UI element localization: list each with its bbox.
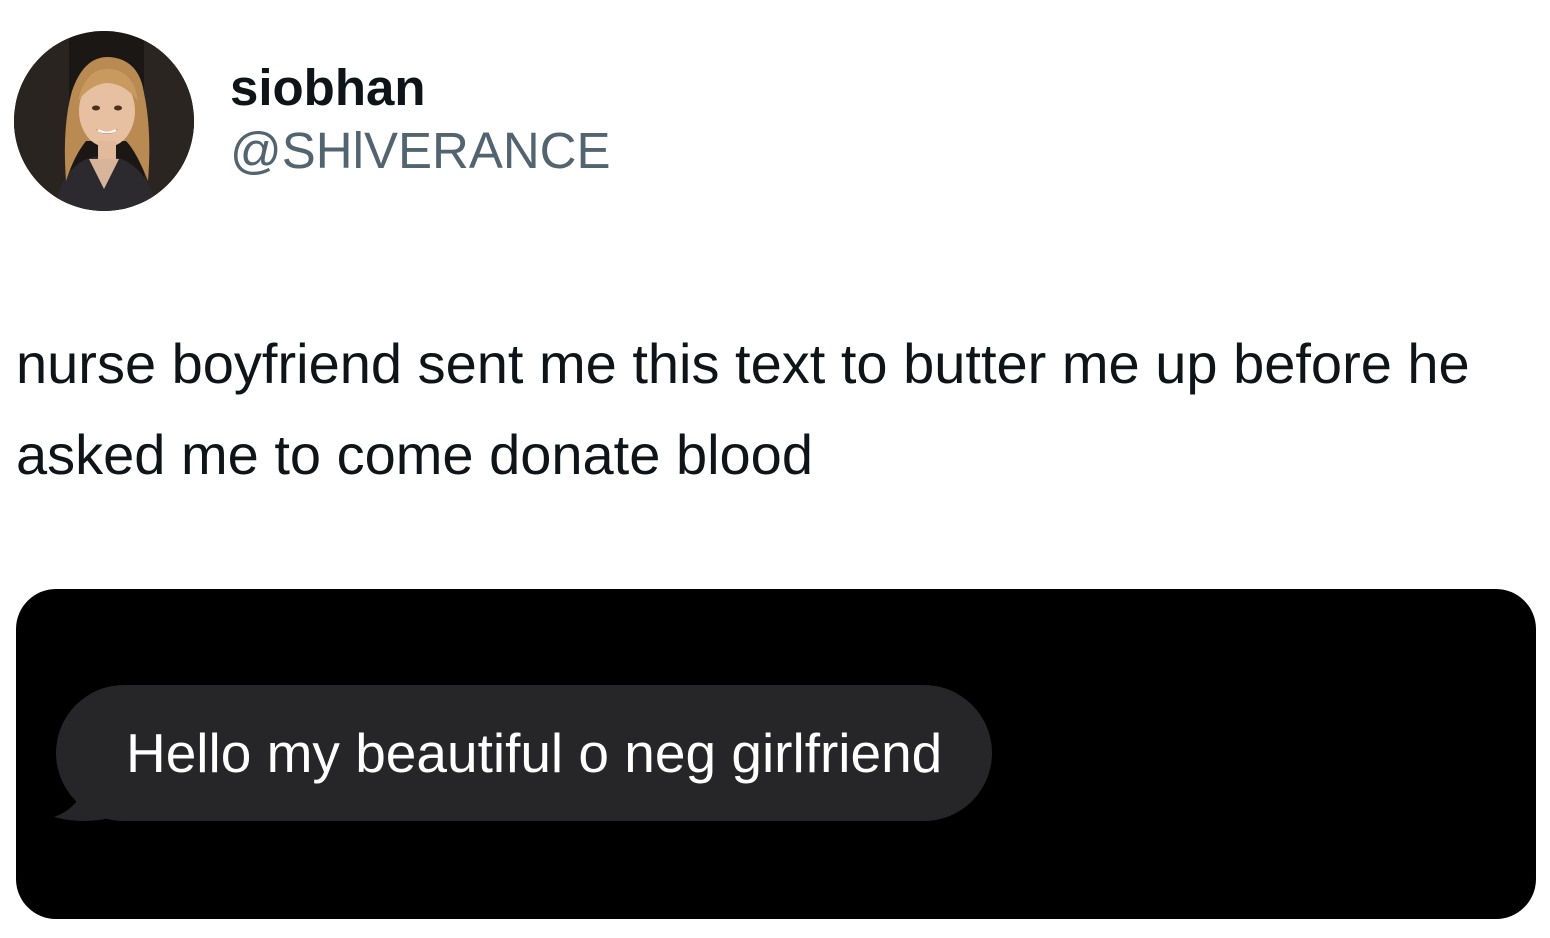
display-name[interactable]: siobhan [230,56,611,120]
tweet-media[interactable]: Hello my beautiful o neg girlfriend [16,589,1536,919]
avatar[interactable] [14,31,194,211]
tweet-header: siobhan @SHlVERANCE [14,30,611,212]
message-bubble: Hello my beautiful o neg girlfriend [56,685,993,821]
message-text: Hello my beautiful o neg girlfriend [126,722,943,784]
user-handle[interactable]: @SHlVERANCE [230,120,611,182]
avatar-image [14,31,194,211]
author-names: siobhan @SHlVERANCE [230,56,611,182]
tweet-text: nurse boyfriend sent me this text to but… [16,332,1470,486]
message-bubble-wrapper: Hello my beautiful o neg girlfriend [54,685,993,821]
